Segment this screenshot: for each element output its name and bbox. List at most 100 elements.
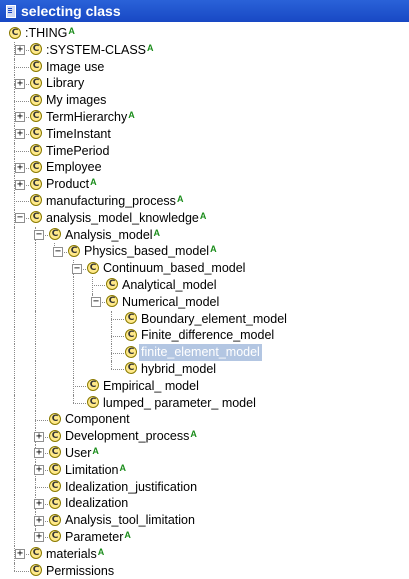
expand-icon[interactable]: + [34, 532, 44, 542]
tree-node-label[interactable]: TermHierarchyA [46, 109, 135, 126]
class-icon: C [30, 211, 42, 223]
tree-node[interactable]: CTimePeriod [0, 143, 409, 160]
tree-node[interactable]: CEmpirical_ model [0, 378, 409, 395]
class-tree[interactable]: C:THINGA+C:SYSTEM-CLASSACImage use+CLibr… [0, 25, 409, 579]
tree-guide [35, 395, 36, 412]
tree-node-label[interactable]: Physics_based_modelA [84, 243, 217, 260]
collapse-icon[interactable]: − [53, 247, 63, 257]
expand-icon[interactable]: + [34, 432, 44, 442]
tree-node-label[interactable]: TimePeriod [46, 143, 109, 160]
tree-guide [73, 361, 74, 378]
tree-node-label[interactable]: Analysis_tool_limitation [65, 512, 195, 529]
class-icon: C [30, 43, 42, 55]
expand-icon[interactable]: + [15, 549, 25, 559]
collapse-icon[interactable]: − [34, 230, 44, 240]
tree-node[interactable]: −C Numerical_model [0, 294, 409, 311]
tree-node-label[interactable]: :THINGA [25, 25, 75, 42]
tree-node[interactable]: +CLimitationA [0, 462, 409, 479]
tree-node[interactable]: CBoundary_element_model [0, 311, 409, 328]
abstract-badge-icon: A [210, 244, 217, 254]
tree-node-label[interactable]: UserA [65, 445, 99, 462]
tree-node-label[interactable]: Development_processA [65, 428, 197, 445]
tree-guide [14, 529, 15, 546]
expand-icon[interactable]: + [15, 129, 25, 139]
tree-node-label[interactable]: Finite_difference_model [141, 327, 274, 344]
tree-node[interactable]: −Canalysis_model_knowledgeA [0, 210, 409, 227]
tree-node[interactable]: + C :SYSTEM-CLASSA [0, 42, 409, 59]
tree-node[interactable]: Cfinite_element_model [0, 344, 409, 361]
tree-node-label[interactable]: LimitationA [65, 462, 126, 479]
tree-node[interactable]: −CPhysics_based_modelA [0, 243, 409, 260]
tree-guide [14, 227, 15, 244]
tree-node-label[interactable]: Numerical_model [122, 294, 219, 311]
class-icon: C [106, 295, 118, 307]
node-text: :THING [25, 26, 67, 40]
tree-node-label[interactable]: analysis_model_knowledgeA [46, 210, 206, 227]
tree-node[interactable]: +CIdealization [0, 495, 409, 512]
tree-node-label[interactable]: Image use [46, 59, 104, 76]
tree-node[interactable]: Cmanufacturing_processA [0, 193, 409, 210]
abstract-badge-icon: A [90, 177, 97, 187]
tree-node-label[interactable]: lumped_ parameter_ model [103, 395, 256, 412]
tree-node[interactable]: +CAnalysis_tool_limitation [0, 512, 409, 529]
tree-node[interactable]: CComponent [0, 411, 409, 428]
tree-node[interactable]: +CmaterialsA [0, 546, 409, 563]
class-icon: C [9, 27, 21, 39]
tree-node-label[interactable]: Boundary_element_model [141, 311, 287, 328]
tree-node[interactable]: CImage use [0, 59, 409, 76]
expand-icon[interactable]: + [34, 448, 44, 458]
expand-icon[interactable]: + [15, 180, 25, 190]
tree-node[interactable]: CMy images [0, 92, 409, 109]
expand-icon[interactable]: + [15, 163, 25, 173]
tree-node[interactable]: −CContinuum_based_model [0, 260, 409, 277]
tree-node-label[interactable]: TimeInstant [46, 126, 111, 143]
tree-node-label[interactable]: manufacturing_processA [46, 193, 183, 210]
tree-node-label[interactable]: :SYSTEM-CLASSA [46, 42, 154, 59]
tree-node-label[interactable]: Analysis_modelA [65, 227, 160, 244]
tree-node[interactable]: CAnalytical_model [0, 277, 409, 294]
expand-icon[interactable]: + [15, 45, 25, 55]
tree-node[interactable]: CIdealization_justification [0, 479, 409, 496]
tree-node-label[interactable]: ParameterA [65, 529, 131, 546]
tree-node[interactable]: +CLibrary [0, 75, 409, 92]
tree-node-label[interactable]: Employee [46, 159, 102, 176]
tree-node[interactable]: Clumped_ parameter_ model [0, 395, 409, 412]
tree-node-label[interactable]: My images [46, 92, 106, 109]
tree-node[interactable]: −CAnalysis_modelA [0, 227, 409, 244]
tree-node[interactable]: Chybrid_model [0, 361, 409, 378]
tree-node-label[interactable]: Continuum_based_model [103, 260, 245, 277]
tree-node[interactable]: +CEmployee [0, 159, 409, 176]
expand-icon[interactable]: + [34, 516, 44, 526]
tree-node[interactable]: +CDevelopment_processA [0, 428, 409, 445]
tree-node-label[interactable]: Empirical_ model [103, 378, 199, 395]
tree-node-label[interactable]: ProductA [46, 176, 97, 193]
abstract-badge-icon: A [68, 26, 75, 36]
tree-node[interactable]: +CUserA [0, 445, 409, 462]
tree-node[interactable]: +CTimeInstant [0, 126, 409, 143]
tree-node[interactable]: +CProductA [0, 176, 409, 193]
expand-icon[interactable]: + [34, 499, 44, 509]
tree-node-label[interactable]: hybrid_model [141, 361, 216, 378]
collapse-icon[interactable]: − [15, 213, 25, 223]
tree-node[interactable]: +CParameterA [0, 529, 409, 546]
abstract-badge-icon: A [177, 194, 184, 204]
tree-node-label[interactable]: Idealization_justification [65, 479, 197, 496]
tree-node-label[interactable]: Component [65, 411, 130, 428]
tree-node-label[interactable]: materialsA [46, 546, 104, 563]
tree-node[interactable]: C :THINGA [0, 25, 409, 42]
tree-node-label[interactable]: Library [46, 75, 84, 92]
collapse-icon[interactable]: − [72, 264, 82, 274]
tree-node-label[interactable]: finite_element_model [139, 344, 262, 361]
tree-node-label[interactable]: Analytical_model [122, 277, 217, 294]
tree-guide [73, 344, 74, 361]
tree-node-label[interactable]: Idealization [65, 495, 128, 512]
tree-node[interactable]: CFinite_difference_model [0, 327, 409, 344]
expand-icon[interactable]: + [34, 465, 44, 475]
node-text: Library [46, 76, 84, 90]
tree-connector [14, 151, 29, 152]
node-text: analysis_model_knowledge [46, 211, 199, 225]
tree-node[interactable]: +CTermHierarchyA [0, 109, 409, 126]
collapse-icon[interactable]: − [91, 297, 101, 307]
expand-icon[interactable]: + [15, 112, 25, 122]
expand-icon[interactable]: + [15, 79, 25, 89]
